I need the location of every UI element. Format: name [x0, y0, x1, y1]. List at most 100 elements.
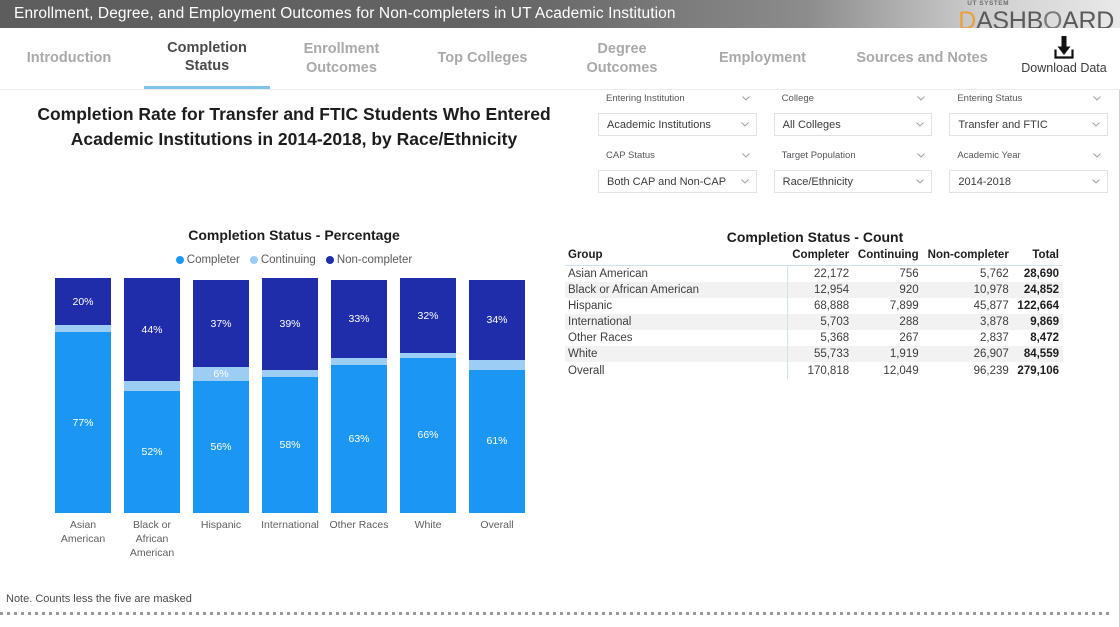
table-row[interactable]: Other Races 5,368 267 2,837 8,472 [565, 330, 1063, 346]
dashboard-page: Enrollment, Degree, and Employment Outco… [0, 0, 1120, 627]
legend-item-non-completer[interactable]: Non-completer [325, 254, 413, 266]
column-header-group[interactable]: Group [565, 248, 788, 266]
stacked-bar[interactable]: 37% 6% 56% Hispanic [193, 280, 249, 531]
table-cell-non-completer: 26,907 [973, 348, 1009, 360]
stacked-bar[interactable]: 39% 58% International [261, 278, 319, 531]
bar-segment-label: 58% [279, 438, 301, 451]
bar-segment-non-completer[interactable]: 34% [469, 280, 525, 361]
filter-value: Academic Institutions [607, 118, 711, 131]
table-cell-total: 28,690 [1023, 268, 1059, 280]
filter-value-dropdown[interactable]: All Colleges [773, 113, 933, 136]
bar-segment-continuing[interactable]: 6% [193, 367, 249, 382]
bar-segment-completer[interactable]: 61% [469, 369, 525, 513]
bar-segment-non-completer[interactable]: 32% [400, 278, 456, 354]
filter-value-dropdown[interactable]: Academic Institutions [598, 113, 757, 136]
tab-introduction[interactable]: Introduction [8, 28, 130, 89]
table-row[interactable]: International 5,703 288 3,878 9,869 [565, 314, 1063, 330]
bar-group[interactable]: 34% 61% Overall [469, 280, 525, 531]
filter-label-dropdown[interactable]: Entering Status [949, 88, 1108, 109]
filter-label-dropdown[interactable]: College [774, 88, 933, 109]
stacked-bar[interactable]: 20% 77% Asian American [55, 278, 111, 545]
bar-segment-completer[interactable]: 52% [124, 390, 180, 513]
chevron-down-icon [741, 152, 750, 158]
bar-segment-continuing[interactable] [124, 381, 180, 391]
bar-segment-continuing[interactable] [331, 357, 387, 365]
legend-label: Continuing [260, 254, 316, 266]
bar-group[interactable]: 44% 52% Black or African American [124, 278, 180, 559]
table-cell-continuing: 7,899 [889, 300, 919, 312]
chevron-down-icon [917, 95, 926, 101]
table-cell-total: 279,106 [1017, 365, 1059, 377]
column-header-continuing[interactable]: Continuing [853, 248, 922, 266]
table-cell-continuing: 12,049 [883, 365, 919, 377]
filter-target-population: Target Population Race/Ethnicity [773, 145, 933, 193]
filter-value-dropdown[interactable]: Both CAP and Non-CAP [598, 170, 757, 193]
table-row[interactable]: Asian American 22,172 756 5,762 28,690 [565, 265, 1063, 282]
filter-label-dropdown[interactable]: CAP Status [598, 145, 757, 166]
filter-value-dropdown[interactable]: Transfer and FTIC [949, 113, 1109, 136]
download-data-label: Download Data [1021, 61, 1107, 75]
filter-value-dropdown[interactable]: 2014-2018 [949, 170, 1109, 193]
bar-segment-label: 66% [417, 429, 439, 442]
filter-value-dropdown[interactable]: Race/Ethnicity [773, 170, 933, 193]
bar-segment-completer[interactable]: 56% [193, 381, 249, 513]
footer-note: Note. Counts less the five are masked [6, 593, 192, 605]
bar-segment-completer[interactable]: 66% [400, 357, 456, 513]
table-row[interactable]: Overall 170,818 12,049 96,239 279,106 [565, 362, 1063, 379]
bar-segment-continuing[interactable] [262, 369, 318, 377]
bar-segment-completer[interactable]: 77% [55, 332, 111, 513]
table-row[interactable]: White 55,733 1,919 26,907 84,559 [565, 346, 1063, 363]
table-cell-total: 24,852 [1023, 284, 1059, 296]
legend-item-completer[interactable]: Completer [175, 254, 240, 266]
table-cell-continuing: 756 [899, 268, 919, 280]
tab-top-colleges[interactable]: Top Colleges [416, 28, 549, 89]
chevron-down-icon [740, 178, 749, 184]
tab-label: Top Colleges [437, 50, 528, 67]
bar-group[interactable]: 20% 77% Asian American [55, 278, 111, 545]
bar-segment-completer[interactable]: 58% [262, 376, 318, 513]
stacked-bar[interactable]: 34% 61% Overall [469, 280, 525, 531]
table-cell-completer: 5,703 [820, 316, 850, 328]
tab-sources-and-notes[interactable]: Sources and Notes [838, 28, 1006, 89]
table-cell-completer: 170,818 [807, 365, 850, 377]
stacked-bar[interactable]: 44% 52% Black or African American [124, 278, 180, 559]
table-row[interactable]: Black or African American 12,954 920 10,978… [565, 282, 1063, 298]
tab-employment[interactable]: Employment [696, 28, 829, 89]
legend-label: Non-completer [336, 254, 413, 266]
table-cell-completer: 22,172 [813, 268, 850, 280]
bar-segment-non-completer[interactable]: 44% [124, 278, 180, 382]
bar-group[interactable]: 39% 58% International [261, 278, 319, 531]
filter-label-dropdown[interactable]: Target Population [774, 145, 933, 166]
column-header-completer[interactable]: Completer [788, 248, 854, 266]
column-header-total[interactable]: Total [1013, 248, 1063, 266]
bar-group[interactable]: 37% 6% 56% Hispanic [193, 280, 249, 531]
filter-label-dropdown[interactable]: Academic Year [949, 145, 1108, 166]
bar-segment-non-completer[interactable]: 33% [331, 280, 387, 358]
table-cell-completer: 68,888 [813, 300, 850, 312]
stacked-bar[interactable]: 33% 63% Other Races [330, 280, 388, 531]
bar-segment-continuing[interactable] [55, 325, 111, 333]
tab-degree-outcomes[interactable]: Degree Outcomes [567, 28, 677, 89]
tab-enrollment-outcomes[interactable]: Enrollment Outcomes [285, 28, 398, 89]
tab-label: Introduction [26, 50, 112, 67]
table-row[interactable]: Hispanic 68,888 7,899 45,877 122,664 [565, 298, 1063, 314]
tab-completion-status[interactable]: Completion Status [144, 28, 270, 89]
bar-group[interactable]: 33% 63% Other Races [330, 280, 388, 531]
bar-segment-non-completer[interactable]: 39% [262, 278, 318, 370]
filter-label: Entering Institution [606, 93, 685, 104]
bar-segment-non-completer[interactable]: 37% [193, 280, 249, 368]
column-header-non-completer[interactable]: Non-completer [923, 248, 1013, 266]
bar-group[interactable]: 32% 66% White [400, 278, 456, 531]
legend-label: Completer [186, 254, 240, 266]
legend-item-continuing[interactable]: Continuing [249, 254, 316, 266]
stacked-bar[interactable]: 32% 66% White [400, 278, 456, 531]
filter-label-dropdown[interactable]: Entering Institution [598, 88, 757, 109]
bar-segment-label: 32% [417, 309, 439, 322]
download-data-button[interactable]: Download Data [1020, 34, 1108, 75]
chevron-down-icon [740, 121, 749, 127]
bar-segment-continuing[interactable] [469, 360, 525, 370]
chevron-down-icon [1092, 121, 1100, 127]
bar-segment-non-completer[interactable]: 20% [55, 278, 111, 326]
table-cell-non-completer: 5,762 [980, 268, 1009, 280]
bar-segment-completer[interactable]: 63% [331, 364, 387, 513]
